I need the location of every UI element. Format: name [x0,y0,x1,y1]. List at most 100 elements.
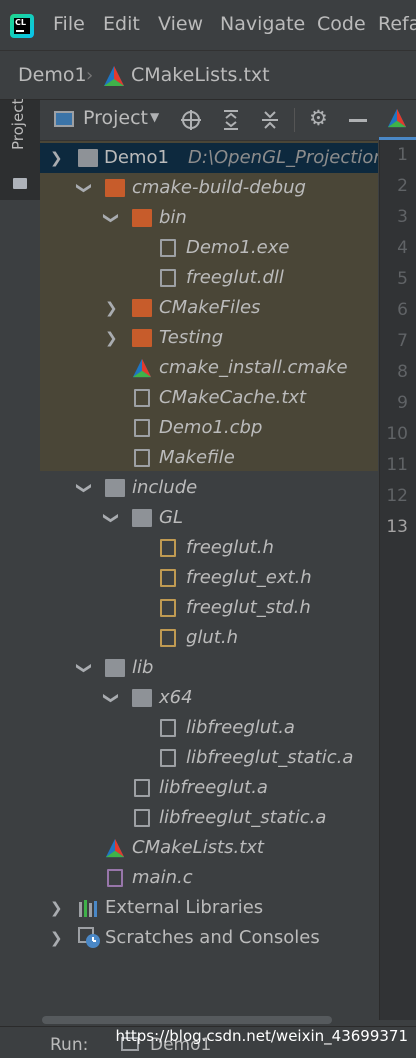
tree-item-x64-libfreeglut-a[interactable]: libfreeglut.a [40,713,378,743]
chevron-down-icon[interactable]: ▼ [150,110,159,124]
tree-item-external-libraries[interactable]: ❯ External Libraries [40,893,378,923]
cmake-icon [105,838,125,858]
library-file-icon [134,779,150,797]
text-file-icon [134,389,150,407]
executable-file-icon [160,239,176,257]
chevron-down-icon[interactable]: ❯ [96,512,126,525]
library-file-icon [160,749,176,767]
chevron-right-icon[interactable]: ❯ [105,323,118,353]
header-file-icon [160,569,176,587]
tree-item-cmake-install[interactable]: cmake_install.cmake [40,353,378,383]
tree-item-scratches-and-consoles[interactable]: ❯ Scratches and Consoles [40,923,378,953]
header-file-icon [160,629,176,647]
folder-icon [105,659,125,677]
run-label: Run: [50,1035,89,1055]
header-file-icon [160,599,176,617]
sidebar-tab-label: Project [9,98,27,150]
breadcrumb: Demo1 › CMakeLists.txt [0,50,416,100]
watermark: https://blog.csdn.net/weixin_43699371 [115,1027,408,1045]
menu-edit[interactable]: Edit [103,13,140,35]
line-number: 5 [397,269,408,289]
tree-item-libfreeglut-static-a[interactable]: libfreeglut_static.a [40,803,378,833]
library-file-icon [134,809,150,827]
tree-root-demo1[interactable]: ❯ Demo1 D:\OpenGL_Projection [40,143,378,173]
chevron-down-icon[interactable]: ❯ [69,662,99,675]
gear-icon[interactable]: ⚙ [309,106,328,130]
breadcrumb-file[interactable]: CMakeLists.txt [131,64,270,86]
folder-icon [105,179,125,197]
line-number: 1 [397,145,408,165]
tree-horizontal-scrollbar[interactable] [40,1014,378,1026]
folder-icon [105,479,125,497]
locate-target-icon[interactable] [180,109,202,131]
line-number: 7 [397,331,408,351]
chevron-down-icon[interactable]: ❯ [96,692,126,705]
chevron-right-icon[interactable]: ❯ [105,293,118,323]
project-toolbar: Project ▼ ⚙ [40,100,378,141]
c-file-icon [107,869,123,887]
menu-view[interactable]: View [158,13,203,35]
tree-item-gl[interactable]: ❯ GL [40,503,378,533]
line-number: 2 [397,176,408,196]
tree-item-testing[interactable]: ❯ Testing [40,323,378,353]
chevron-down-icon[interactable]: ❯ [69,482,99,495]
tree-item-cmakelists[interactable]: CMakeLists.txt [40,833,378,863]
tree-item-demo1-cbp[interactable]: Demo1.cbp [40,413,378,443]
line-numbers: 1 2 3 4 5 6 7 8 9 10 11 12 13 [379,140,416,560]
tree-item-libfreeglut-a[interactable]: libfreeglut.a [40,773,378,803]
library-file-icon [160,719,176,737]
tree-item-cmakecache[interactable]: CMakeCache.txt [40,383,378,413]
chevron-down-icon[interactable]: ❯ [96,212,126,225]
line-number: 11 [386,455,408,475]
line-number-current: 13 [386,517,408,537]
menu-refactor[interactable]: Refa [378,13,416,35]
editor-tab-cmakelists[interactable] [379,100,416,140]
cmake-icon [104,66,124,86]
hide-minus-icon[interactable] [349,119,367,122]
line-number: 9 [397,393,408,413]
menu-navigate[interactable]: Navigate [220,13,305,35]
tree-item-freeglut-dll[interactable]: freeglut.dll [40,263,378,293]
clion-logo-icon: CL [10,14,34,38]
tree-item-bin[interactable]: ❯ bin [40,203,378,233]
line-number: 6 [397,300,408,320]
project-view-icon [54,111,74,127]
folder-icon [13,178,27,189]
folder-icon [132,509,152,527]
header-file-icon [160,539,176,557]
tree-item-freeglut-h[interactable]: freeglut.h [40,533,378,563]
folder-icon [132,689,152,707]
tree-item-x64[interactable]: ❯ x64 [40,683,378,713]
file-icon [160,269,176,287]
chevron-right-icon[interactable]: ❯ [50,923,63,953]
collapse-all-icon[interactable] [259,109,281,131]
chevron-down-icon[interactable]: ❯ [69,182,99,195]
external-libraries-icon [79,900,97,917]
line-number: 12 [386,486,408,506]
tree-item-include[interactable]: ❯ include [40,473,378,503]
chevron-down-icon[interactable]: ❯ [50,143,63,173]
line-number: 4 [397,238,408,258]
tree-item-glut-h[interactable]: glut.h [40,623,378,653]
expand-all-icon[interactable] [220,109,242,131]
chevron-right-icon[interactable]: ❯ [50,893,63,923]
tree-item-x64-libfreeglut-static-a[interactable]: libfreeglut_static.a [40,743,378,773]
cmake-icon [387,108,407,128]
tree-item-cmakefiles[interactable]: ❯ CMakeFiles [40,293,378,323]
tree-item-makefile[interactable]: Makefile [40,443,378,473]
tree-item-freeglut-ext-h[interactable]: freeglut_ext.h [40,563,378,593]
tree-item-demo1-exe[interactable]: Demo1.exe [40,233,378,263]
tree-item-main-c[interactable]: main.c [40,863,378,893]
tree-item-freeglut-std-h[interactable]: freeglut_std.h [40,593,378,623]
project-view-dropdown[interactable]: Project [83,107,148,129]
menu-code[interactable]: Code [317,13,366,35]
tree-item-cmake-build-debug[interactable]: ❯ cmake-build-debug [40,173,378,203]
cmake-icon [132,358,152,378]
breadcrumb-project[interactable]: Demo1 [18,64,87,86]
menu-file[interactable]: File [53,13,85,35]
line-number: 8 [397,362,408,382]
text-file-icon [134,419,150,437]
folder-icon [78,149,98,167]
tree-item-lib[interactable]: ❯ lib [40,653,378,683]
scrollbar-thumb[interactable] [42,1016,332,1024]
